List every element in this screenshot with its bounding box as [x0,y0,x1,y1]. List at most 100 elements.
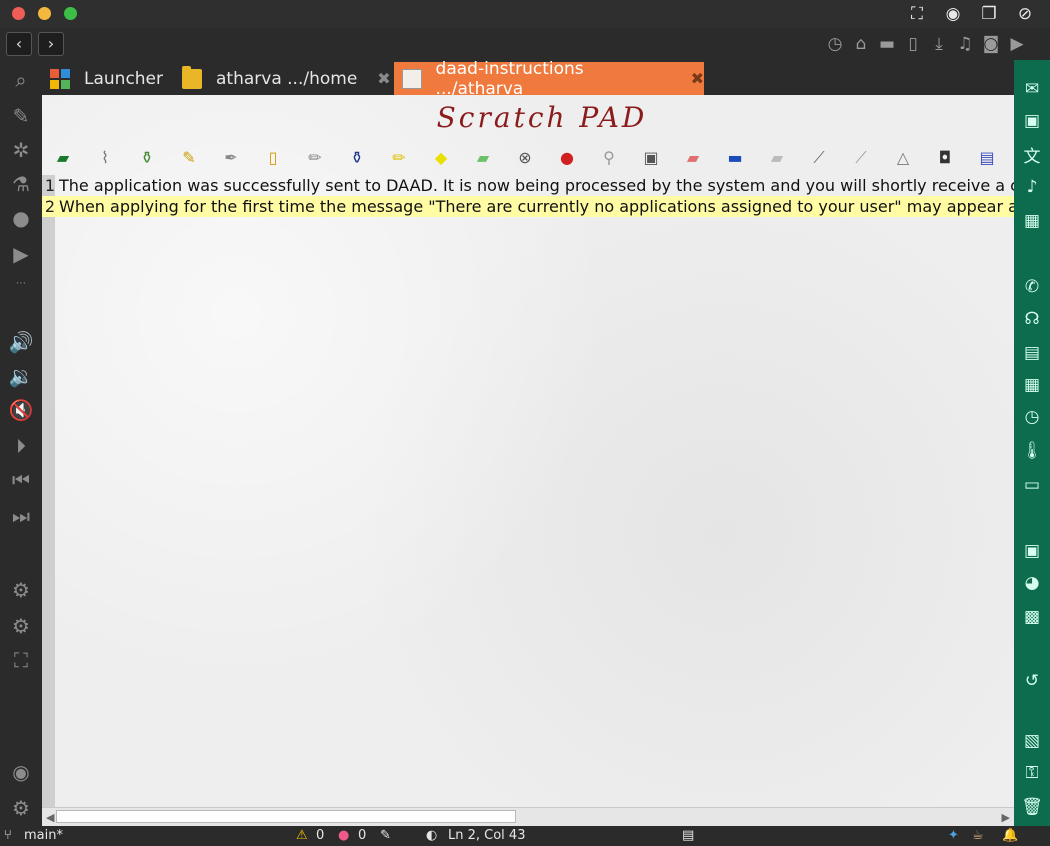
sharpener-icon[interactable]: ▣ [640,147,662,169]
document-status-icon[interactable]: ▤ [682,828,694,844]
eraser-gray-icon[interactable]: ▰ [766,147,788,169]
debug-bug-icon[interactable]: ✲ [7,136,35,164]
paperclip-icon[interactable]: ⌇ [94,147,116,169]
settings-gear-icon[interactable]: ⚙ [7,576,35,604]
cursor-position[interactable]: Ln 2, Col 43 [448,828,525,844]
palette-icon[interactable]: ◕ [1019,570,1045,596]
preferences-gear-icon[interactable]: ⚙ [7,612,35,640]
sticky-note-icon[interactable]: ◆ [430,147,452,169]
id-card-icon[interactable]: ▭ [1019,472,1045,498]
tab-folder-home[interactable]: atharva .../home ✖ [182,62,391,95]
scrollbar-thumb[interactable] [56,810,516,823]
back-button[interactable]: ‹ [6,32,32,56]
manage-gear-icon[interactable]: ⚙ [7,794,35,822]
eye-icon[interactable]: ◉ [942,4,964,24]
tools-icon[interactable]: ✎ [7,102,35,130]
highlighter-green-icon[interactable]: ▰ [472,147,494,169]
camera-icon[interactable]: ◙ [980,33,1002,55]
horizontal-scrollbar[interactable]: ◀ ▶ [42,807,1014,826]
pen-icon[interactable]: ✎ [380,828,391,844]
scroll-right-icon[interactable]: ▶ [1002,811,1010,824]
frame-icon[interactable]: ▯ [262,147,284,169]
ink-pen-icon[interactable]: ✒ [220,147,242,169]
editor-line-1[interactable]: 1 The application was successfully sent … [42,175,1014,196]
folder-tool-icon[interactable]: ▰ [52,147,74,169]
compass-icon[interactable]: ⊗ [514,147,536,169]
glue-bottle-icon[interactable]: ⚱ [136,147,158,169]
eye-slash-icon[interactable]: ⊘ [1014,4,1036,24]
next-icon[interactable]: ⏭ [7,502,35,530]
folder-icon[interactable]: ▬ [876,33,898,55]
ink-bottle-icon[interactable]: ⚱ [346,147,368,169]
clock-icon[interactable]: ◷ [1019,404,1045,430]
file-icon[interactable]: ▯ [902,33,924,55]
clock-icon[interactable]: ◷ [824,33,846,55]
presentation-icon[interactable]: ▣ [1019,538,1045,564]
volume-up-icon[interactable]: 🔊 [7,328,35,356]
warning-count[interactable]: 0 [316,828,324,844]
download-icon[interactable]: ⤓ [928,33,950,55]
git-branch-label[interactable]: main* [24,828,63,844]
trash-icon[interactable]: 🗑 [1019,794,1045,820]
pushpin-icon[interactable]: ● [556,147,578,169]
ruler-icon[interactable]: ⟋ [808,147,830,169]
history-icon[interactable]: ↺ [1019,668,1045,694]
chat-icon[interactable]: ✆ [1019,274,1045,300]
volume-down-icon[interactable]: 🔉 [7,362,35,390]
video-icon[interactable]: ▶ [1006,33,1028,55]
previous-icon[interactable]: ⏮ [7,466,35,494]
flask-icon[interactable]: ⚗ [7,170,35,198]
maximize-window-button[interactable] [64,7,77,20]
translate-icon[interactable]: 文 [1019,144,1045,170]
scratch-pad-editor[interactable]: Scratch PAD ▰ ⌇ ⚱ ✎ ✒ ▯ ✏ ⚱ ✏ ◆ ▰ ⊗ ● ⚲ … [42,95,1014,826]
github-icon[interactable]: ● [7,204,35,232]
brush-icon[interactable]: ✎ [178,147,200,169]
close-tab-icon[interactable]: ✖ [377,69,390,88]
user-account-icon[interactable]: ◉ [7,758,35,786]
fullscreen-icon[interactable]: ⛶ [906,4,928,24]
tape-icon[interactable]: ◘ [934,147,956,169]
home-icon[interactable]: ⌂ [850,33,872,55]
notification-bell-icon[interactable]: 🔔 [1002,828,1018,844]
screenshot-icon[interactable]: ⛶ [7,646,35,674]
forward-button[interactable]: › [38,32,64,56]
headset-icon[interactable]: ☊ [1019,306,1045,332]
search-files-icon[interactable]: ⌕ [7,66,35,94]
key-icon[interactable]: ⚿ [1019,760,1045,786]
image-edit-icon[interactable]: ▦ [1019,208,1045,234]
volume-mute-icon[interactable]: 🔇 [7,396,35,424]
twitter-icon[interactable]: ✦ [948,828,959,844]
eraser-icon[interactable]: ▰ [682,147,704,169]
line-text[interactable]: When applying for the first time the mes… [59,196,1014,217]
pencil-yellow-icon[interactable]: ✏ [388,147,410,169]
magnifier-icon[interactable]: ⚲ [598,147,620,169]
minimize-window-button[interactable] [38,7,51,20]
error-count[interactable]: 0 [358,828,366,844]
tab-daad-instructions[interactable]: daad-instructions .../atharva ✖ [394,59,704,99]
mail-icon[interactable]: ✉ [1019,76,1045,102]
contacts-icon[interactable]: ▣ [1019,108,1045,134]
tab-launcher[interactable]: Launcher [50,62,163,95]
map-icon[interactable]: ▧ [1019,728,1045,754]
thermometer-icon[interactable]: 🌡 [1019,438,1045,464]
microphone-icon[interactable]: ♪ [1019,174,1045,200]
coffee-icon[interactable]: ☕ [972,828,984,844]
editor-line-2[interactable]: 2 When applying for the first time the m… [42,196,1014,217]
pencil-thin-icon[interactable]: ⟋ [850,147,872,169]
calendar-icon[interactable]: ▦ [1019,372,1045,398]
stapler-icon[interactable]: ▬ [724,147,746,169]
scratch-pad-toolbar: ▰ ⌇ ⚱ ✎ ✒ ▯ ✏ ⚱ ✏ ◆ ▰ ⊗ ● ⚲ ▣ ▰ ▬ ▰ ⟋ ⟋ … [52,147,998,173]
apps-grid-icon[interactable]: ▩ [1019,604,1045,630]
close-window-button[interactable] [12,7,25,20]
close-tab-icon[interactable]: ✖ [691,69,704,88]
music-icon[interactable]: ♫ [954,33,976,55]
calculator-icon[interactable]: ▤ [1019,340,1045,366]
pencil-case-icon[interactable]: ▤ [976,147,998,169]
triangle-ruler-icon[interactable]: △ [892,147,914,169]
line-text[interactable]: The application was successfully sent to… [59,175,1014,196]
scroll-left-icon[interactable]: ◀ [46,811,54,824]
window-restore-icon[interactable]: ❐ [978,4,1000,24]
play-icon[interactable]: ⏵ [7,432,35,460]
run-icon[interactable]: ▶ [7,240,35,268]
pencil-gray-icon[interactable]: ✏ [304,147,326,169]
